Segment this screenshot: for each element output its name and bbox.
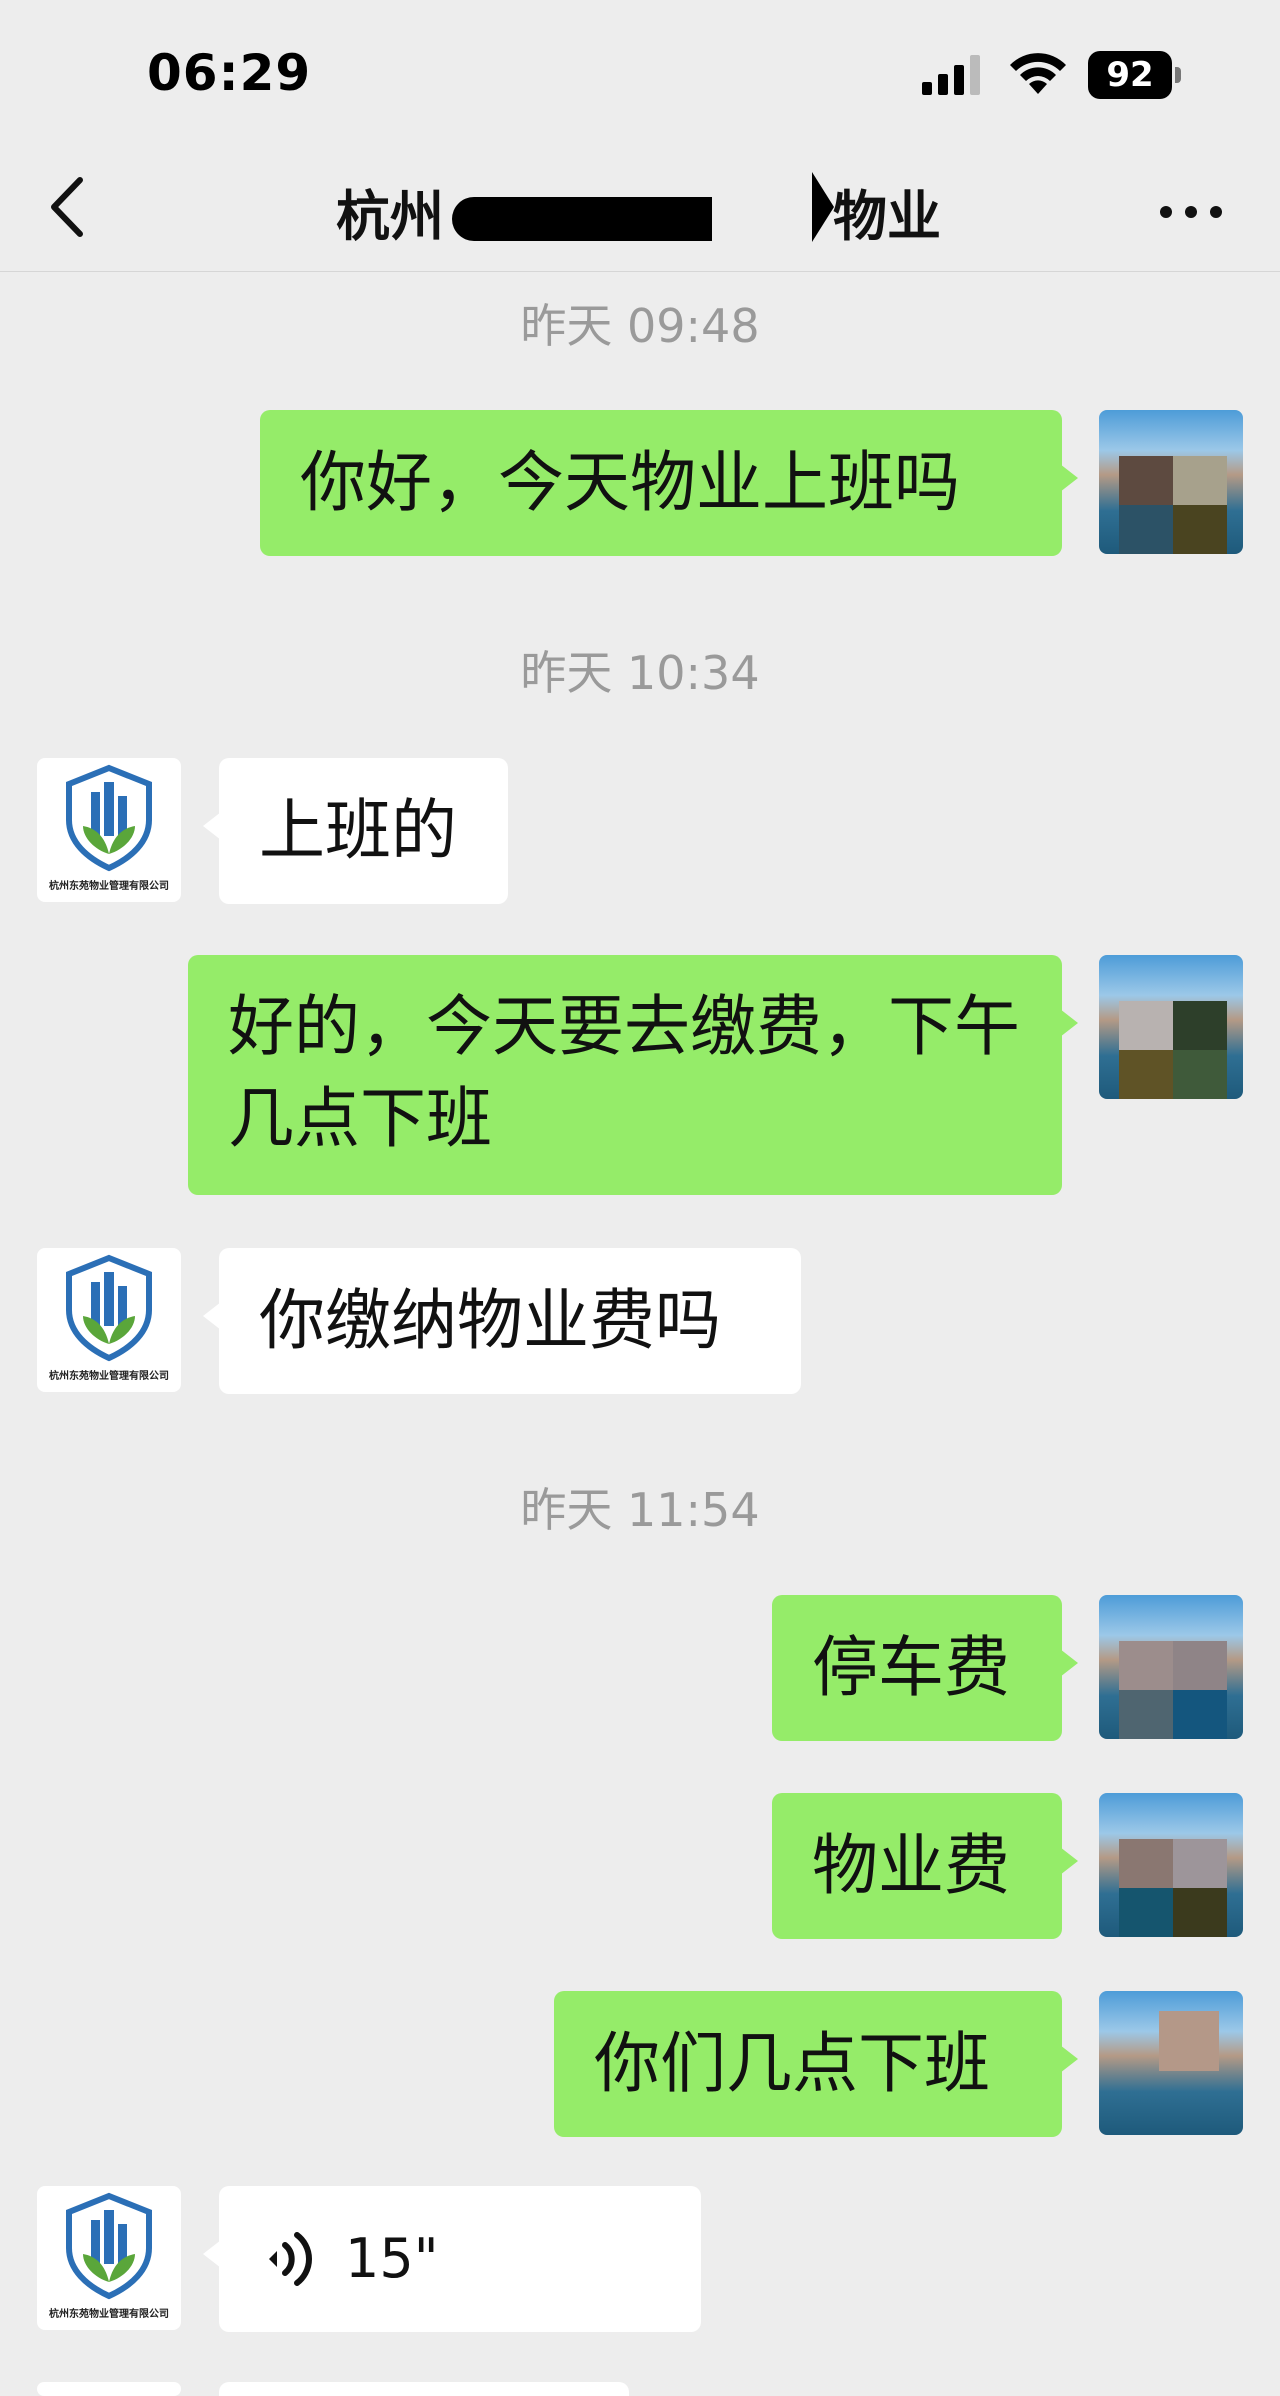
title-redaction-tail: [812, 172, 834, 242]
outgoing-message[interactable]: 你好，今天物业上班吗: [260, 410, 1078, 556]
battery-icon: 92: [1088, 51, 1181, 99]
merchant-avatar[interactable]: 杭州东苑物业管理有限公司: [37, 2186, 181, 2330]
chat-title-end: 物业: [833, 185, 941, 248]
self-avatar[interactable]: [1099, 410, 1243, 554]
building-leaf-logo-icon: [66, 1254, 152, 1362]
merchant-avatar-caption: 杭州东苑物业管理有限公司: [49, 1371, 169, 1382]
merchant-avatar[interactable]: 杭州东苑物业管理有限公司: [37, 1248, 181, 1392]
incoming-message[interactable]: 你缴纳物业费吗: [203, 1248, 801, 1394]
merchant-avatar[interactable]: [37, 2382, 181, 2396]
message-timestamp: 昨天 10:34: [520, 646, 760, 700]
title-redaction: [452, 197, 712, 241]
battery-level: 92: [1088, 51, 1172, 99]
self-avatar[interactable]: [1099, 1991, 1243, 2135]
outgoing-message[interactable]: 物业费: [772, 1793, 1078, 1939]
self-avatar[interactable]: [1099, 1595, 1243, 1739]
voice-duration: 15": [345, 2227, 439, 2290]
status-time: 06:29: [147, 44, 312, 102]
merchant-avatar[interactable]: 杭州东苑物业管理有限公司: [37, 758, 181, 902]
incoming-message[interactable]: 上班的: [203, 758, 508, 904]
voice-wave-icon: [269, 2232, 312, 2286]
merchant-avatar-caption: 杭州东苑物业管理有限公司: [49, 881, 169, 892]
more-icon[interactable]: [1156, 192, 1226, 232]
self-avatar[interactable]: [1099, 1793, 1243, 1937]
outgoing-message[interactable]: 停车费: [772, 1595, 1078, 1741]
message-timestamp: 昨天 09:48: [520, 299, 760, 353]
voice-message[interactable]: 15": [203, 2186, 701, 2332]
merchant-avatar-caption: 杭州东苑物业管理有限公司: [49, 2309, 169, 2320]
building-leaf-logo-icon: [66, 764, 152, 872]
signal-icon: [922, 55, 980, 95]
message-timestamp: 昨天 11:54: [520, 1483, 760, 1537]
chevron-left-icon[interactable]: [44, 172, 94, 242]
incoming-message-partial[interactable]: [219, 2382, 629, 2396]
status-bar: 06:29 92: [0, 0, 1280, 150]
chat-title-start: 杭州: [336, 185, 444, 248]
outgoing-message[interactable]: 你们几点下班: [554, 1991, 1078, 2137]
building-leaf-logo-icon: [66, 2192, 152, 2300]
wifi-icon: [1010, 53, 1066, 94]
self-avatar[interactable]: [1099, 955, 1243, 1099]
outgoing-message[interactable]: 好的，今天要去缴费，下午几点下班: [188, 955, 1078, 1195]
chat-header: 杭州 物业: [0, 150, 1280, 272]
